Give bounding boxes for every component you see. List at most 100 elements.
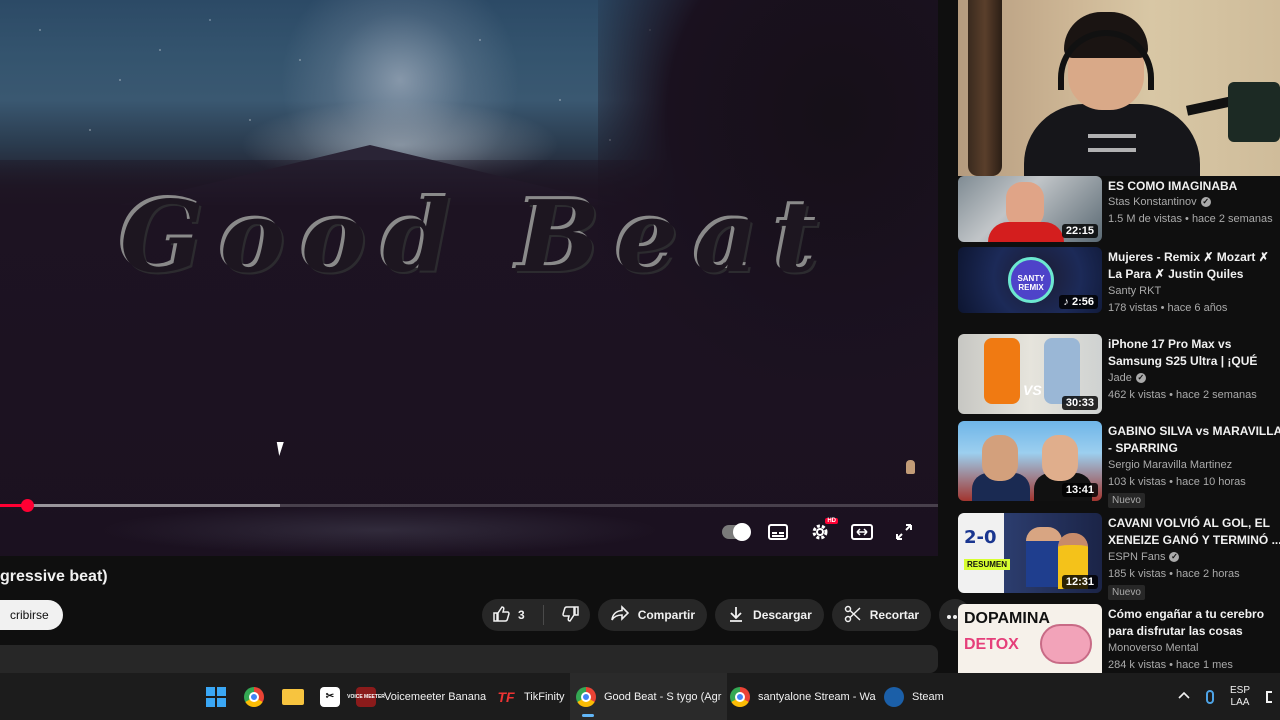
channel-name[interactable]: Monoverso Mental: [1108, 642, 1199, 654]
corner-figure: [906, 460, 915, 474]
thumb-logo-text: SANTY REMIX: [1017, 274, 1045, 292]
capcut-icon: ✂: [320, 686, 340, 707]
taskbar-label: Voicemeeter Banana: [384, 690, 487, 703]
monitor-icon[interactable]: [1266, 690, 1272, 703]
taskbar-label: Good Beat - S tygo (Agr: [604, 690, 722, 703]
video-title[interactable]: GABINO SILVA vs MARAVILLA - SPARRING: [1108, 423, 1280, 457]
taskbar-label: Steam: [912, 690, 944, 703]
channel-name[interactable]: Sergio Maravilla Martinez: [1108, 459, 1232, 471]
chrome-icon: [730, 686, 750, 707]
list-item[interactable]: VS 30:33 iPhone 17 Pro Max vs Samsung S2…: [958, 334, 1280, 420]
thumb-face-left: [982, 435, 1018, 481]
shirt-logo: [1088, 134, 1136, 152]
progress-bar[interactable]: [0, 499, 938, 512]
video-meta: 284 k vistas • hace 1 mes: [1108, 659, 1233, 671]
divider: [542, 605, 544, 625]
chrome-icon: [244, 686, 264, 707]
microphone-icon[interactable]: [1205, 689, 1214, 704]
download-icon: [727, 605, 745, 626]
taskbar-chrome-good-beat[interactable]: Good Beat - S tygo (Agr: [570, 673, 728, 720]
scissors-icon: [844, 605, 862, 626]
autoplay-toggle-icon[interactable]: [722, 518, 751, 546]
duration-badge: 30:33: [1061, 396, 1098, 410]
video-thumbnail[interactable]: DOPAMINA DETOX: [958, 604, 1102, 676]
like-count: 3: [518, 608, 525, 622]
video-title[interactable]: iPhone 17 Pro Max vs Samsung S25 Ultra |…: [1108, 336, 1280, 370]
microphone: [1228, 82, 1280, 142]
input-language[interactable]: ESP LAA: [1230, 685, 1250, 709]
guitar: [968, 0, 1002, 176]
channel-name[interactable]: Santy RKT: [1108, 285, 1161, 297]
video-actions: 3 Compartir Descargar Recortar: [482, 599, 972, 631]
list-item[interactable]: SANTY REMIX ♪ 2:56 Mujeres - Remix ✗ Moz…: [958, 247, 1280, 333]
thumb-score: 2-0: [964, 527, 997, 548]
video-title: gressive beat): [0, 568, 108, 585]
taskbar-steam[interactable]: Steam: [878, 673, 950, 720]
channel-name[interactable]: ESPN Fans ✓: [1108, 551, 1180, 563]
taskbar-voicemeeter[interactable]: VOICE MEETER Voicemeeter Banana: [347, 673, 492, 720]
taskbar-capcut[interactable]: ✂: [314, 673, 346, 720]
download-label: Descargar: [753, 608, 812, 622]
lake-reflection: [100, 505, 660, 555]
channel-name[interactable]: Stas Konstantinov ✓: [1108, 196, 1211, 208]
taskbar-label: santyalone Stream - Wa: [758, 690, 876, 703]
lang-top: ESP: [1229, 684, 1250, 696]
fullscreen-icon[interactable]: [890, 518, 918, 546]
taskbar-tikfinity[interactable]: TF TikFinity: [490, 673, 571, 720]
file-explorer-icon: [282, 688, 304, 705]
list-item[interactable]: 13:41 GABINO SILVA vs MARAVILLA - SPARRI…: [958, 421, 1280, 508]
start-button[interactable]: [200, 673, 232, 720]
taskbar-chrome[interactable]: [238, 673, 270, 720]
description-box[interactable]: [0, 645, 938, 673]
theater-mode-icon[interactable]: [848, 518, 876, 546]
subscribe-button[interactable]: cribirse: [0, 600, 63, 630]
video-thumbnail[interactable]: VS 30:33: [958, 334, 1102, 414]
settings-gear-icon[interactable]: HD: [806, 518, 838, 546]
screen: Good Beat HD gressive beat) cribirse 3 C…: [0, 0, 1280, 720]
list-item[interactable]: 2-0 RESUMEN 12:31 CAVANI VOLVIÓ AL GOL, …: [958, 513, 1280, 600]
video-thumbnail[interactable]: 2-0 RESUMEN 12:31: [958, 513, 1102, 593]
video-player[interactable]: Good Beat HD: [0, 0, 938, 556]
thumb-player-left: [1026, 527, 1062, 587]
video-thumbnail[interactable]: 13:41: [958, 421, 1102, 501]
player-controls: HD: [722, 518, 918, 546]
thumb-face-right: [1042, 435, 1078, 481]
video-meta: 103 k vistas • hace 10 horas: [1108, 476, 1246, 488]
verified-icon: ✓: [1169, 552, 1180, 562]
chrome-icon: [576, 686, 596, 707]
video-title[interactable]: Mujeres - Remix ✗ Mozart ✗ La Para ✗ Jus…: [1108, 249, 1280, 283]
video-thumbnail[interactable]: 22:15: [958, 176, 1102, 242]
channel-label: Stas Konstantinov: [1108, 196, 1197, 208]
share-label: Compartir: [637, 608, 696, 622]
subtitles-icon[interactable]: [764, 518, 792, 546]
new-badge: Nuevo: [1108, 585, 1145, 600]
steam-icon: [884, 686, 904, 707]
taskbar-chrome-stream[interactable]: santyalone Stream - Wa: [724, 673, 882, 720]
share-button[interactable]: Compartir: [597, 599, 708, 631]
tikfinity-icon: TF: [497, 688, 515, 705]
like-button[interactable]: 3: [482, 599, 535, 631]
channel-name[interactable]: Jade ✓: [1108, 372, 1146, 384]
duration-badge: 12:31: [1061, 575, 1098, 589]
video-title[interactable]: CAVANI VOLVIÓ AL GOL, EL XENEIZE GANÓ Y …: [1108, 515, 1280, 549]
channel-label: Monoverso Mental: [1108, 642, 1199, 654]
thumb-tag: RESUMEN: [964, 559, 1011, 570]
video-thumbnail[interactable]: SANTY REMIX ♪ 2:56: [958, 247, 1102, 313]
thumbs-down-icon: [561, 605, 580, 626]
voicemeeter-icon: VOICE MEETER: [347, 686, 385, 707]
list-item[interactable]: DOPAMINA DETOX Cómo engañar a tu cerebro…: [958, 604, 1280, 676]
video-overlay-title: Good Beat: [120, 180, 836, 295]
clip-label: Recortar: [869, 608, 920, 622]
windows-start-icon: [206, 686, 226, 707]
dislike-button[interactable]: [552, 599, 590, 631]
video-title[interactable]: ES COMO IMAGINABA: [1108, 178, 1280, 195]
new-badge: Nuevo: [1108, 493, 1145, 508]
video-title[interactable]: Cómo engañar a tu cerebro para disfrutar…: [1108, 606, 1280, 640]
download-button[interactable]: Descargar: [715, 599, 824, 631]
duration-badge: 13:41: [1061, 483, 1098, 497]
taskbar-file-explorer[interactable]: [276, 673, 310, 720]
verified-icon: ✓: [1135, 373, 1146, 383]
chevron-up-icon[interactable]: [1178, 691, 1190, 702]
clip-button[interactable]: Recortar: [831, 599, 932, 631]
thumb-phone-blue: [1044, 338, 1080, 404]
